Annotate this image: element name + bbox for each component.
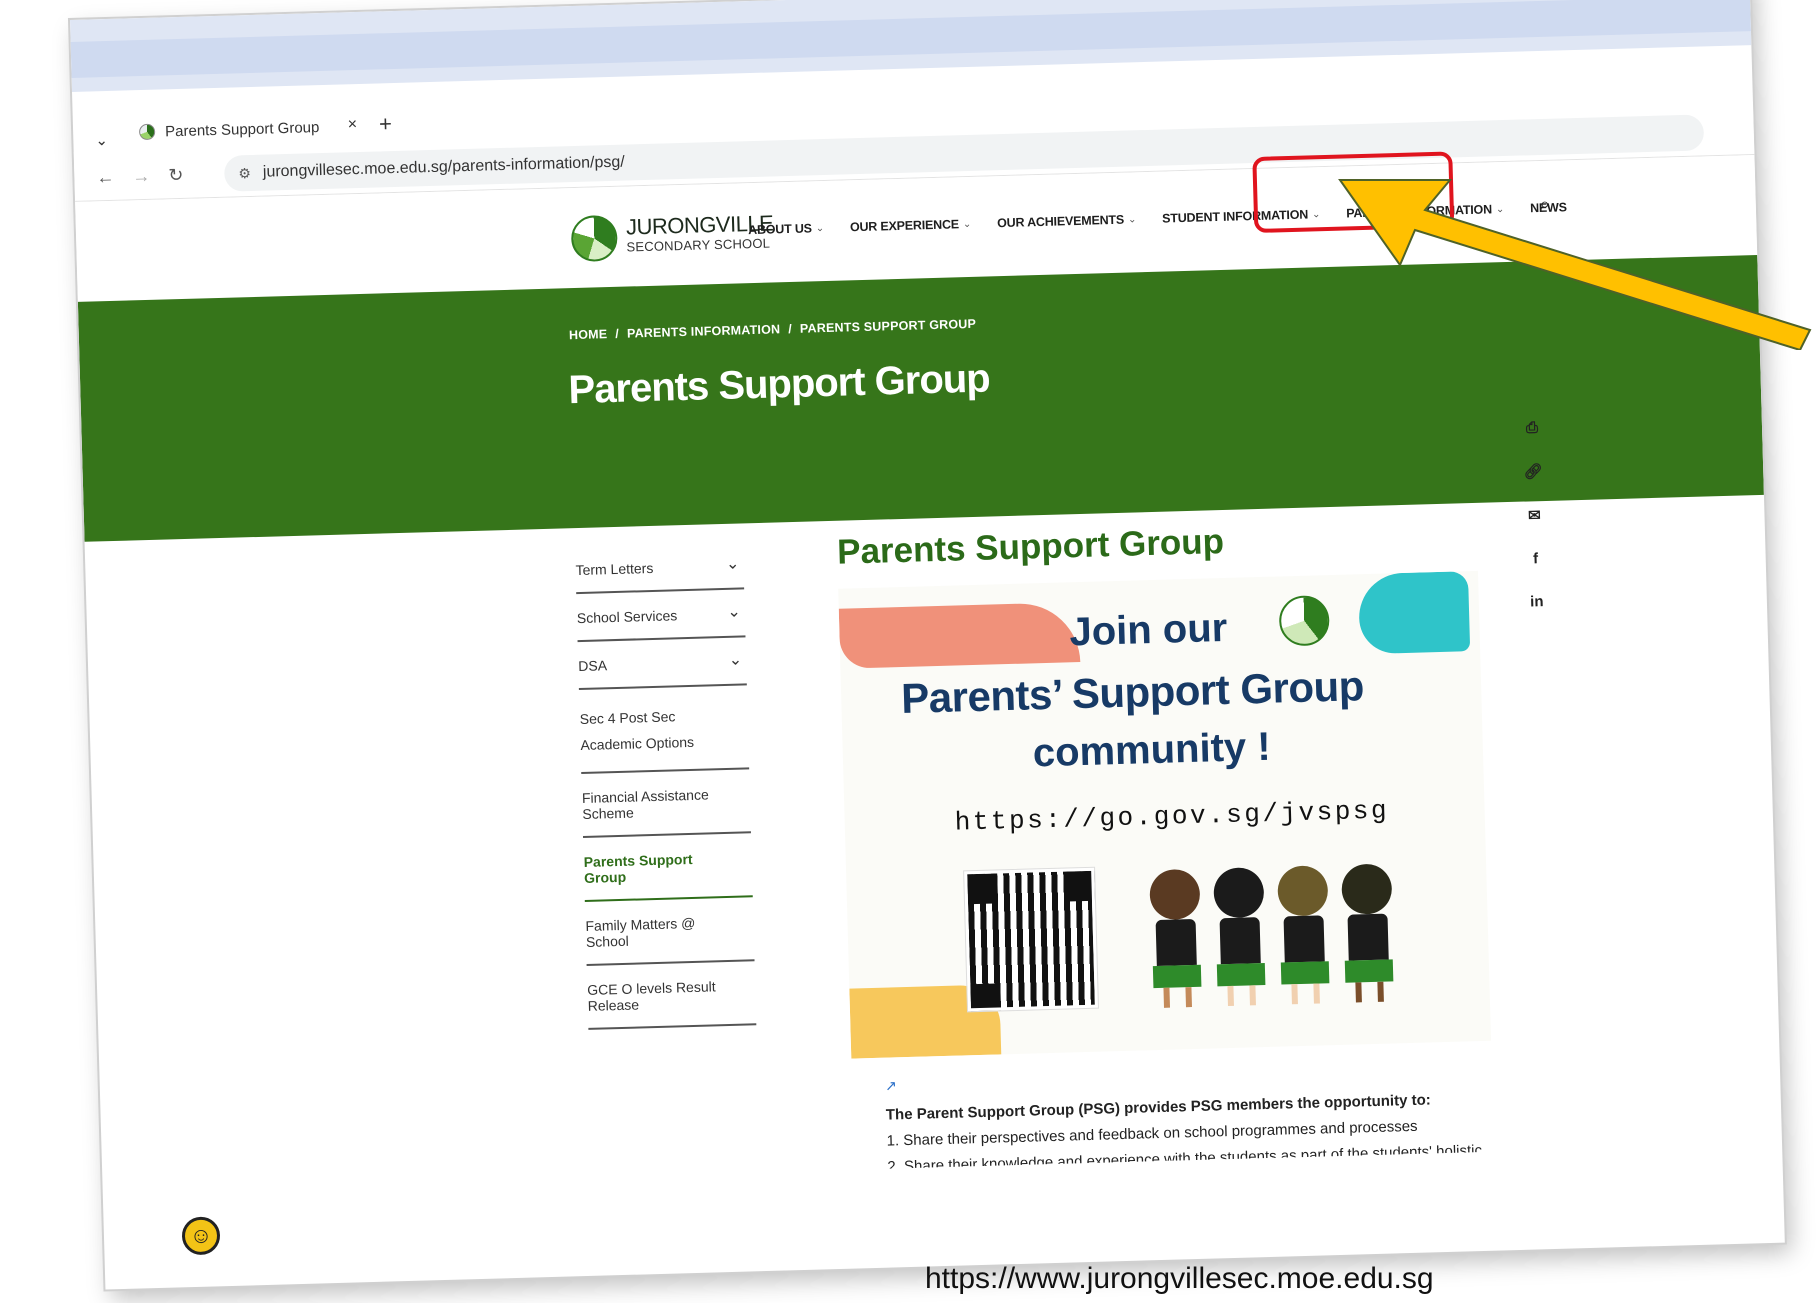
decorative-shape — [1357, 571, 1471, 655]
sidebar-item-financial-assistance[interactable]: Financial Assistance Scheme — [581, 769, 751, 838]
mail-icon[interactable]: ✉ — [1524, 506, 1544, 525]
breadcrumb-separator: / — [788, 321, 793, 337]
breadcrumb-home[interactable]: HOME — [569, 327, 608, 342]
student-figure — [1146, 868, 1206, 1011]
link-icon[interactable]: 🔗︎ — [1523, 462, 1543, 481]
nav-label: ABOUT US — [747, 221, 812, 238]
feedback-smiley-icon[interactable]: ☺ — [181, 1216, 221, 1256]
student-figure — [1210, 867, 1270, 1009]
breadcrumb-separator: / — [615, 326, 620, 341]
sidebar-item-label: Term Letters — [575, 559, 654, 579]
reload-icon[interactable]: ↻ — [168, 165, 184, 186]
content-title: Parents Support Group — [836, 521, 1225, 572]
student-figure — [1338, 863, 1398, 1005]
chevron-down-icon[interactable]: ⌄ — [726, 554, 740, 574]
linkedin-icon[interactable]: in — [1527, 593, 1547, 611]
psg-description: The Parent Support Group (PSG) provides … — [886, 1086, 1482, 1168]
sidebar-item-gce-o-levels[interactable]: GCE O levels Result Release — [586, 961, 757, 1030]
site-favicon-icon — [138, 123, 156, 141]
sidebar-item-label: Family Matters @ School — [585, 914, 696, 950]
tab-close-icon[interactable]: × — [347, 116, 357, 134]
chevron-down-icon: ⌄ — [815, 222, 825, 234]
sidebar-item-label: Parents Support Group — [583, 850, 693, 886]
sidebar-item-label: DSA — [578, 657, 608, 675]
sidebar-item-sec4-post-sec[interactable]: Sec 4 Post Sec Academic Options — [578, 685, 750, 775]
facebook-icon[interactable]: f — [1525, 550, 1545, 568]
tab-strip — [70, 0, 1752, 92]
sidebar-item-parents-support-group[interactable]: Parents Support Group — [583, 833, 753, 902]
site-settings-icon[interactable]: ⚙ — [238, 165, 251, 182]
school-logo-icon — [1278, 595, 1330, 647]
sidebar-item-label: Financial Assistance Scheme — [581, 786, 709, 823]
chevron-down-icon[interactable]: ⌄ — [728, 649, 742, 669]
qr-code-icon — [963, 866, 1100, 1013]
poster-url: https://go.gov.sg/jvspsg — [954, 795, 1390, 838]
poster-line3: community ! — [1032, 724, 1272, 776]
student-figure — [1274, 865, 1334, 1007]
logo-line2: SECONDARY SCHOOL — [626, 235, 771, 255]
sidebar-item-family-matters[interactable]: Family Matters @ School — [584, 897, 755, 966]
chevron-down-icon[interactable]: ⌄ — [727, 602, 741, 622]
sidebar-item-label: School Services — [576, 607, 678, 627]
sidebar-item-label: GCE O levels Result Release — [587, 978, 716, 1014]
url-text: jurongvillesec.moe.edu.sg/parents-inform… — [262, 153, 625, 181]
tab-list-chevron-icon[interactable]: ⌄ — [95, 131, 108, 149]
back-arrow-icon[interactable]: ← — [96, 167, 115, 188]
poster-line2: Parents’ Support Group — [900, 662, 1365, 723]
caption-url: https://www.jurongvillesec.moe.edu.sg — [925, 1262, 1434, 1295]
sidebar: Term Letters ⌄ School Services ⌄ DSA ⌄ Sec … — [574, 541, 757, 1030]
yellow-arrow-annotation — [1338, 179, 1812, 350]
sidebar-item-label: Sec 4 Post Sec Academic Options — [579, 708, 695, 754]
forward-arrow-icon[interactable]: → — [132, 166, 151, 187]
tab-title: Parents Support Group — [164, 118, 320, 140]
students-illustration — [1146, 863, 1398, 1010]
sidebar-item-dsa[interactable]: DSA ⌄ — [577, 637, 747, 691]
nav-about-us[interactable]: ABOUT US ⌄ — [748, 221, 824, 237]
external-link-icon[interactable]: ↗ — [885, 1077, 897, 1094]
print-icon[interactable]: ⎙ — [1522, 419, 1542, 437]
new-tab-icon[interactable]: + — [379, 111, 393, 137]
decorative-shape — [838, 602, 1081, 669]
psg-poster-image[interactable]: Join our Parents’ Support Group communit… — [838, 570, 1492, 1059]
chevron-down-icon: ⌄ — [1127, 213, 1137, 226]
poster-line1: Join our — [1068, 605, 1228, 655]
chevron-down-icon: ⌄ — [962, 218, 972, 230]
sidebar-item-term-letters[interactable]: Term Letters ⌄ — [574, 541, 745, 595]
sidebar-item-school-services[interactable]: School Services ⌄ — [576, 589, 746, 643]
